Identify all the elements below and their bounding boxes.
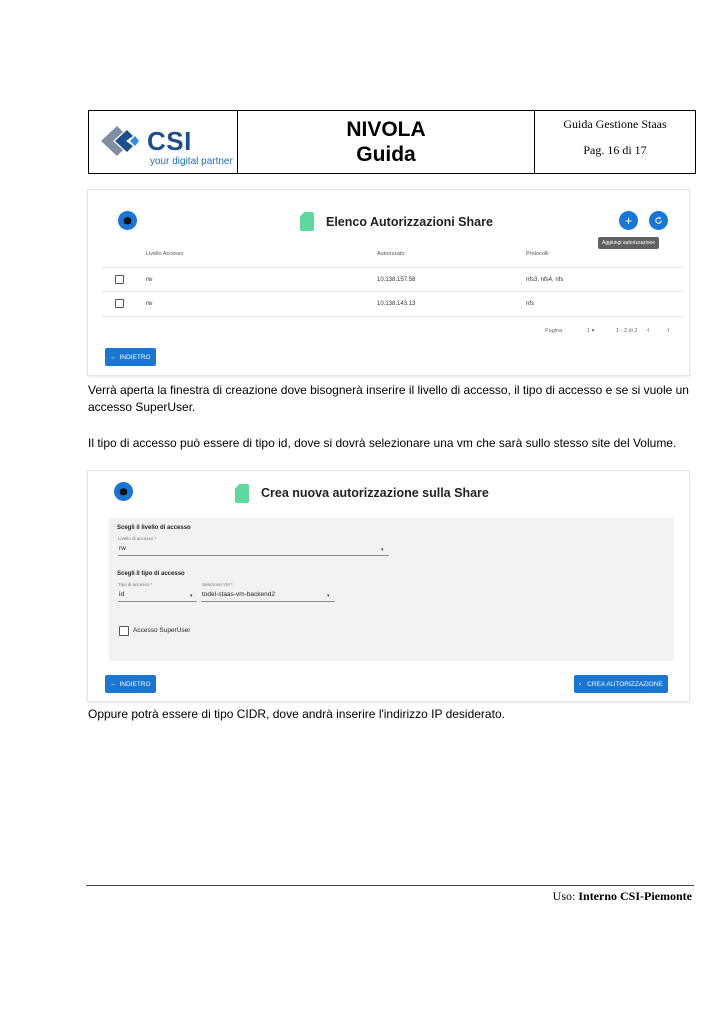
info-cell: Guida Gestione Staas Pag. 16 di 17 xyxy=(535,111,695,173)
doc-subtitle: Guida xyxy=(356,143,416,166)
section-tipo-title: Scegli il tipo di accesso xyxy=(117,571,185,577)
superuser-checkbox[interactable] xyxy=(119,626,129,636)
share-icon xyxy=(114,482,133,501)
create-title: Crea nuova autorizzazione sulla Share xyxy=(261,486,489,500)
arrow-left-icon: ← xyxy=(110,680,117,688)
chevron-down-icon[interactable]: ▾ xyxy=(190,593,193,599)
row-livello: rw xyxy=(146,301,153,307)
add-tooltip: Aggiungi autorizzazione xyxy=(598,237,660,249)
arrow-left-icon: ← xyxy=(110,353,117,361)
back-button-label: INDIETRO xyxy=(119,680,151,688)
superuser-label: Accesso SuperUser xyxy=(133,627,191,634)
row-protocolli: nfs xyxy=(526,301,535,307)
paragraph-2: Il tipo di accesso può essere di tipo id… xyxy=(88,436,677,450)
sd-card-icon xyxy=(235,484,249,503)
row-checkbox[interactable] xyxy=(115,299,124,308)
row-checkbox[interactable] xyxy=(115,275,124,284)
create-authorization-button[interactable]: › CREA AUTORIZZAZIONE xyxy=(574,675,668,693)
livello-select-value[interactable]: rw xyxy=(119,545,126,552)
footer: Uso: Interno CSI-Piemonte xyxy=(400,889,692,904)
pagination-page: 1 xyxy=(587,328,591,334)
back-button[interactable]: ← INDIETRO xyxy=(105,675,156,693)
divider xyxy=(102,291,684,292)
chevron-right-icon[interactable]: › xyxy=(667,325,670,334)
chevron-left-icon[interactable]: ‹ xyxy=(647,325,650,334)
tipo-label: Tipo di accesso * xyxy=(118,582,153,587)
form-area: Scegli il livello di accesso Livello di … xyxy=(109,518,674,661)
vm-select-value[interactable]: todel-staas-vm-backend2 xyxy=(202,591,275,598)
authorizations-list-screenshot: Elenco Autorizzazioni Share + Aggiungi a… xyxy=(88,190,689,375)
divider xyxy=(102,316,684,317)
column-header-autorizzato: Autorizzato xyxy=(377,251,405,257)
document-header: CSI your digital partner NIVOLA Guida Gu… xyxy=(88,110,696,174)
guide-name: Guida Gestione Staas xyxy=(563,117,667,131)
create-button-label: CREA AUTORIZZAZIONE xyxy=(587,680,663,688)
footer-divider xyxy=(86,885,694,886)
row-autorizzato: 10.138.157.58 xyxy=(377,277,416,283)
list-title: Elenco Autorizzazioni Share xyxy=(326,215,493,229)
pagination-page-select[interactable]: 1 ▾ xyxy=(587,328,594,334)
chevron-down-icon: ▾ xyxy=(591,328,595,334)
pagination-range: 1 - 2 di 2 xyxy=(616,328,638,334)
row-livello: rw xyxy=(146,277,153,283)
refresh-icon[interactable] xyxy=(649,211,668,230)
footer-prefix: Uso: xyxy=(552,889,579,903)
logo-tagline: your digital partner xyxy=(150,156,233,167)
footer-value: Interno CSI-Piemonte xyxy=(578,889,692,903)
section-livello-title: Scegli il livello di accesso xyxy=(117,525,191,531)
row-autorizzato: 10.138.143.13 xyxy=(377,301,416,307)
doc-title: NIVOLA xyxy=(346,118,426,141)
create-authorization-screenshot: Crea nuova autorizzazione sulla Share Sc… xyxy=(88,471,689,701)
sd-card-icon xyxy=(300,212,314,231)
chevron-right-icon: › xyxy=(579,680,582,688)
tipo-select-underline xyxy=(118,601,197,602)
back-button[interactable]: ← INDIETRO xyxy=(105,348,156,366)
column-header-livello: Livello Accesso xyxy=(146,251,184,257)
csi-logo-icon xyxy=(101,126,139,156)
chevron-down-icon[interactable]: ▾ xyxy=(381,547,384,553)
vm-select-underline xyxy=(201,601,335,602)
paragraph-1: Verrà aperta la finestra di creazione do… xyxy=(88,383,689,414)
row-protocolli: nfs3, nfs4, nfs xyxy=(526,277,564,283)
chevron-down-icon[interactable]: ▾ xyxy=(327,593,330,599)
paragraph-3: Oppure potrà essere di tipo CIDR, dove a… xyxy=(88,707,505,721)
page-number: Pag. 16 di 17 xyxy=(583,143,647,157)
plus-icon[interactable]: + xyxy=(619,211,638,230)
share-icon xyxy=(118,211,137,230)
livello-select-underline xyxy=(118,555,389,556)
logo-cell: CSI your digital partner xyxy=(89,111,238,173)
livello-label: Livello di accesso * xyxy=(118,536,157,541)
divider xyxy=(102,267,684,268)
logo-text: CSI xyxy=(147,126,192,156)
back-button-label: INDIETRO xyxy=(119,353,151,361)
vm-label: Seleziona VM * xyxy=(202,582,233,587)
column-header-protocolli: Protocolli xyxy=(526,251,549,257)
title-cell: NIVOLA Guida xyxy=(238,111,535,173)
pagination-label: Pagina xyxy=(545,328,563,334)
tipo-select-value[interactable]: id xyxy=(119,591,124,598)
